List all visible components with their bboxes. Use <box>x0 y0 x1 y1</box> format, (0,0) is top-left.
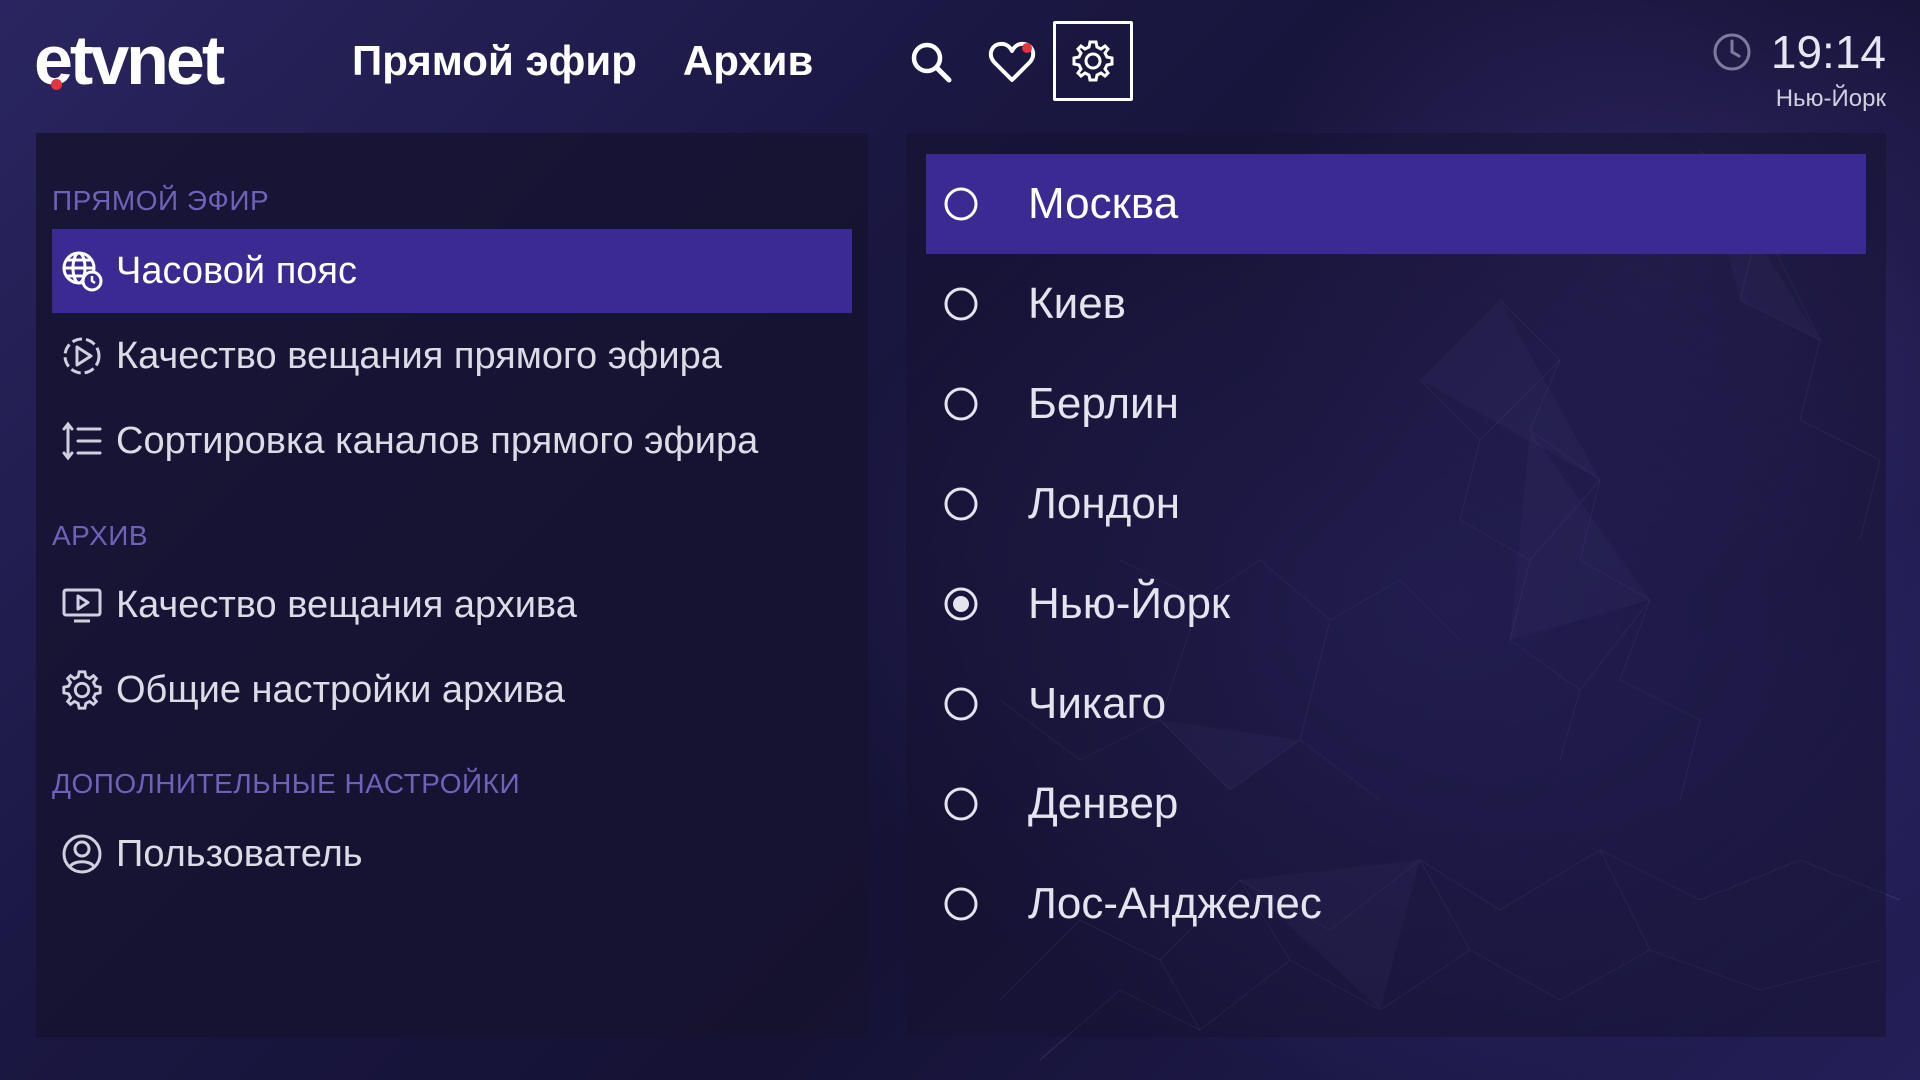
tv-play-icon <box>58 581 106 629</box>
main-nav: Прямой эфир Архив <box>352 35 813 87</box>
section-title-live: ПРЯМОЙ ЭФИР <box>52 185 270 216</box>
timezone-label: Москва <box>1028 179 1179 228</box>
radio-unchecked-icon <box>944 387 978 421</box>
timezone-option[interactable]: Лондон <box>926 454 1866 554</box>
etvnet-logo: etvnet <box>34 25 264 95</box>
radio-unchecked-icon <box>944 787 978 821</box>
gear-icon <box>58 666 106 714</box>
timezone-label: Лос-Анджелес <box>1028 879 1322 928</box>
radio-checked-icon <box>944 587 978 621</box>
timezone-option[interactable]: Киев <box>926 254 1866 354</box>
timezone-label: Киев <box>1028 279 1127 328</box>
timezone-label: Лондон <box>1028 479 1181 528</box>
timezone-option[interactable]: Москва <box>926 154 1866 254</box>
section-title-archive: АРХИВ <box>52 520 149 551</box>
search-icon <box>911 42 952 83</box>
settings-menu-panel: ПРЯМОЙ ЭФИР Часовой пояс Качество вещани… <box>36 133 868 1037</box>
menu-item-channel-sort[interactable]: Сортировка каналов прямого эфира <box>52 399 852 483</box>
play-circle-icon <box>58 332 106 380</box>
timezone-option[interactable]: Чикаго <box>926 654 1866 754</box>
menu-label-timezone: Часовой пояс <box>116 250 357 292</box>
radio-unchecked-icon <box>944 487 978 521</box>
timezone-option[interactable]: Денвер <box>926 754 1866 854</box>
timezone-label: Денвер <box>1028 779 1179 828</box>
radio-unchecked-icon <box>944 687 978 721</box>
menu-item-archive-settings[interactable]: Общие настройки архива <box>52 648 852 732</box>
nav-live[interactable]: Прямой эфир <box>352 35 637 87</box>
user-icon <box>58 830 106 878</box>
menu-label-archive-settings: Общие настройки архива <box>116 669 565 711</box>
sort-list-icon <box>58 417 106 465</box>
menu-item-timezone[interactable]: Часовой пояс <box>52 229 852 313</box>
radio-unchecked-icon <box>944 287 978 321</box>
menu-item-archive-quality[interactable]: Качество вещания архива <box>52 563 852 647</box>
menu-label-channel-sort: Сортировка каналов прямого эфира <box>116 420 759 462</box>
menu-label-live-quality: Качество вещания прямого эфира <box>116 335 722 377</box>
heart-icon <box>988 41 1036 82</box>
section-title-additional: ДОПОЛНИТЕЛЬНЫЕ НАСТРОЙКИ <box>52 768 521 799</box>
timezone-label: Нью-Йорк <box>1028 579 1231 628</box>
logo-text: etvnet <box>34 21 225 99</box>
logo-red-dot <box>51 79 62 90</box>
current-city: Нью-Йорк <box>1775 85 1886 112</box>
menu-item-live-quality[interactable]: Качество вещания прямого эфира <box>52 314 852 398</box>
timezone-option-selected[interactable]: Нью-Йорк <box>926 554 1866 654</box>
timezone-label: Чикаго <box>1028 679 1167 728</box>
current-time: 19:14 <box>1770 26 1886 78</box>
favorites-button[interactable] <box>974 24 1050 100</box>
nav-archive[interactable]: Архив <box>683 35 813 87</box>
clock-icon <box>1713 33 1751 71</box>
timezone-option[interactable]: Берлин <box>926 354 1866 454</box>
menu-item-user[interactable]: Пользователь <box>52 812 852 896</box>
settings-button[interactable] <box>1053 21 1133 101</box>
radio-unchecked-icon <box>944 187 978 221</box>
menu-label-user: Пользователь <box>116 833 363 875</box>
globe-clock-icon <box>58 247 106 295</box>
gear-icon <box>1072 40 1114 82</box>
timezone-option[interactable]: Лос-Анджелес <box>926 854 1866 954</box>
menu-label-archive-quality: Качество вещания архива <box>116 584 577 626</box>
radio-unchecked-icon <box>944 887 978 921</box>
timezone-options-panel: Москва Киев Берлин Лондон Нью-Йорк Чикаг… <box>906 133 1886 1037</box>
top-bar: etvnet Прямой эфир Архив 19:14 Нью-Йорк <box>0 0 1920 125</box>
search-button[interactable] <box>893 24 969 100</box>
timezone-label: Берлин <box>1028 379 1179 428</box>
